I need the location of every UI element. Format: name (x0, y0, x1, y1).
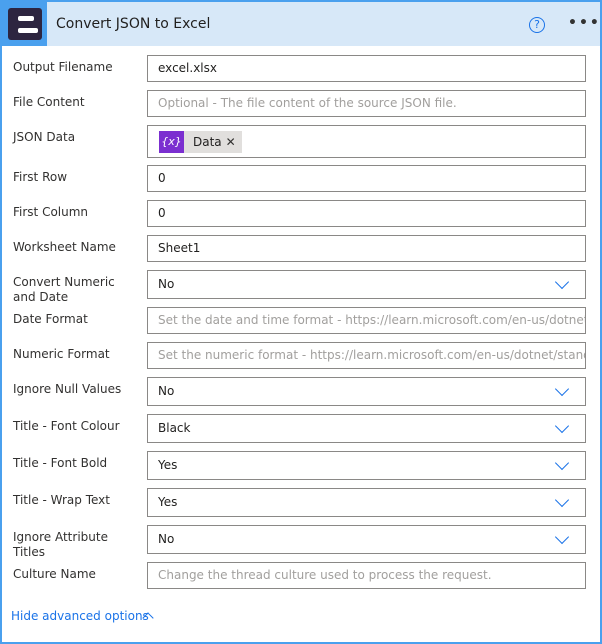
input-value: 0 (158, 171, 166, 185)
first-column-input[interactable]: 0 (147, 200, 586, 227)
input-value: excel.xlsx (158, 61, 217, 75)
title-wrap-text-dropdown[interactable]: Yes (147, 488, 586, 517)
label-first-column: First Column (13, 205, 89, 219)
input-placeholder: Set the date and time format - https://l… (158, 313, 585, 327)
json-data-input[interactable]: {x} Data ✕ (147, 125, 586, 158)
input-placeholder: Optional - The file content of the sourc… (158, 96, 457, 110)
label-first-row: First Row (13, 170, 68, 184)
chevron-down-icon[interactable] (554, 381, 570, 397)
connector-logo (2, 2, 47, 46)
input-placeholder: Set the numeric format - https://learn.m… (158, 348, 585, 362)
chevron-down-icon[interactable] (554, 492, 570, 508)
selected-value: Black (158, 421, 191, 435)
selected-value: No (158, 277, 175, 291)
input-placeholder: Change the thread culture used to proces… (158, 568, 492, 582)
label-file-content: File Content (13, 95, 85, 109)
title-font-colour-dropdown[interactable]: Black (147, 414, 586, 443)
label-convert-numeric-and-date: Convert Numeric and Date (13, 275, 115, 304)
selected-value: Yes (158, 495, 178, 509)
ignore-null-values-dropdown[interactable]: No (147, 377, 586, 406)
label-output-filename: Output Filename (13, 60, 113, 74)
chevron-down-icon[interactable] (554, 455, 570, 471)
label-title-wrap-text: Title - Wrap Text (13, 493, 110, 507)
label-ignore-null-values: Ignore Null Values (13, 382, 122, 396)
file-content-input[interactable]: Optional - The file content of the sourc… (147, 90, 586, 117)
date-format-input[interactable]: Set the date and time format - https://l… (147, 307, 586, 334)
chevron-down-icon[interactable] (554, 418, 570, 434)
label-ignore-attribute-titles: Ignore Attribute Titles (13, 530, 108, 559)
title-font-bold-dropdown[interactable]: Yes (147, 451, 586, 480)
numeric-format-input[interactable]: Set the numeric format - https://learn.m… (147, 342, 586, 369)
label-json-data: JSON Data (13, 130, 76, 144)
dynamic-content-token[interactable]: {x} Data ✕ (159, 131, 242, 153)
more-options-icon[interactable]: ••• (568, 15, 601, 31)
token-label: Data (193, 135, 222, 149)
chevron-down-icon[interactable] (554, 529, 570, 545)
selected-value: Yes (158, 458, 178, 472)
hide-advanced-options-link[interactable]: Hide advanced options (11, 609, 149, 623)
remove-token-icon[interactable]: ✕ (226, 131, 242, 153)
chevron-down-icon[interactable] (554, 274, 570, 290)
card-header[interactable]: Convert JSON to Excel ? ••• (2, 2, 600, 46)
label-title-font-colour: Title - Font Colour (13, 419, 120, 433)
label-culture-name: Culture Name (13, 567, 96, 581)
ignore-attribute-titles-dropdown[interactable]: No (147, 525, 586, 554)
action-title: Convert JSON to Excel (56, 16, 211, 32)
input-value: Sheet1 (158, 241, 201, 255)
first-row-input[interactable]: 0 (147, 165, 586, 192)
convert-numeric-and-date-dropdown[interactable]: No (147, 270, 586, 299)
worksheet-name-input[interactable]: Sheet1 (147, 235, 586, 262)
help-icon[interactable]: ? (529, 17, 545, 33)
culture-name-input[interactable]: Change the thread culture used to proces… (147, 562, 586, 589)
label-date-format: Date Format (13, 312, 88, 326)
label-worksheet-name: Worksheet Name (13, 240, 116, 254)
selected-value: No (158, 532, 175, 546)
input-value: 0 (158, 206, 166, 220)
selected-value: No (158, 384, 175, 398)
label-numeric-format: Numeric Format (13, 347, 110, 361)
output-filename-input[interactable]: excel.xlsx (147, 55, 586, 82)
variable-icon: {x} (159, 131, 184, 153)
label-title-font-bold: Title - Font Bold (13, 456, 108, 470)
